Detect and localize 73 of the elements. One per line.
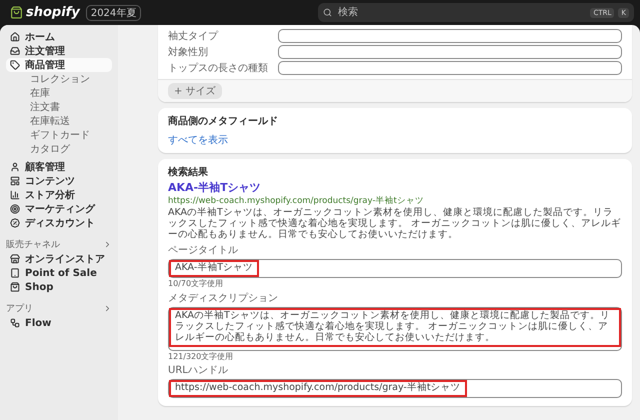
subnav-item[interactable]: 在庫転送 bbox=[6, 114, 112, 128]
preview-url: https://web-coach.myshopify.com/products/gray-半袖tシャツ bbox=[168, 196, 425, 206]
section-title: アプリ bbox=[6, 302, 33, 314]
nav-label: マーケティング bbox=[25, 203, 95, 216]
preview-description: AKAの半袖Tシャツは、オーガニックコットン素材を使用し、健康と環境に配慮した製品です。リラックスしたフィット感で快適な着心地を実現します。 オーガニックコットンは肌に優しく、アレルギーの心配もありません。日常でも安心してお使いいただけます。 bbox=[168, 208, 622, 242]
character-counter: 10/70文字使用 bbox=[168, 280, 224, 289]
field-value: https://web-coach.myshopify.com/products/gray-半袖tシャツ bbox=[169, 380, 467, 398]
nav-label: 商品管理 bbox=[25, 58, 65, 72]
nav-item[interactable]: オンラインストア bbox=[6, 252, 112, 266]
nav-label: Shop bbox=[25, 282, 54, 292]
attribute-input[interactable] bbox=[278, 61, 622, 75]
shopping-bag-icon bbox=[10, 6, 23, 19]
nav-item[interactable]: Point of Sale bbox=[6, 266, 112, 280]
field-value: AKA-半袖Tシャツ bbox=[169, 260, 260, 278]
bar-chart-icon bbox=[10, 190, 20, 200]
input-field[interactable]: https://web-coach.myshopify.com/products/gray-半袖tシャツ bbox=[168, 379, 622, 398]
attribute-input[interactable] bbox=[278, 29, 622, 43]
subnav-item[interactable]: カタログ bbox=[6, 142, 112, 156]
attribute-label: 対象性別 bbox=[168, 46, 209, 59]
attribute-input[interactable] bbox=[278, 45, 622, 59]
nav-label: コンテンツ bbox=[25, 175, 75, 188]
home-icon bbox=[10, 32, 20, 42]
nav-label: Flow bbox=[25, 318, 52, 328]
target-icon bbox=[10, 204, 20, 214]
subnav-item[interactable]: 在庫 bbox=[6, 86, 112, 100]
field-label: ページタイトル bbox=[168, 245, 239, 258]
subnav-item[interactable]: 注文書 bbox=[6, 100, 112, 114]
workflow-icon bbox=[10, 318, 20, 328]
nav-item[interactable]: コンテンツ bbox=[6, 174, 112, 188]
inbox-icon bbox=[10, 46, 20, 56]
search-field[interactable]: 検索 bbox=[336, 6, 586, 19]
nav-label: 顧客管理 bbox=[25, 160, 65, 174]
nav-label: ホーム bbox=[25, 31, 55, 44]
person-icon bbox=[10, 162, 20, 172]
attribute-label: トップスの長さの種類 bbox=[168, 62, 269, 75]
subnav-item[interactable]: コレクション bbox=[6, 72, 112, 86]
section-title: 販売チャネル bbox=[6, 238, 60, 250]
nav-item[interactable]: Shop bbox=[6, 280, 112, 294]
preview-title-link[interactable]: AKA-半袖Tシャツ bbox=[168, 181, 622, 194]
nav-label: 注文管理 bbox=[25, 44, 65, 58]
store-icon bbox=[10, 254, 20, 264]
show-all-link[interactable]: すべてを表示 bbox=[168, 133, 622, 147]
chevron-icon[interactable] bbox=[103, 240, 112, 248]
nav-item[interactable]: 商品管理 bbox=[6, 58, 112, 72]
chevron-icon[interactable] bbox=[103, 304, 112, 312]
edition-badge: 2024年夏 bbox=[86, 4, 142, 20]
bag-icon bbox=[10, 282, 20, 292]
nav-label: オンラインストア bbox=[25, 253, 105, 266]
nav-item[interactable]: ディスカウント bbox=[6, 216, 112, 230]
field-label: メタディスクリプション bbox=[168, 292, 279, 305]
subnav-item[interactable]: ギフトカード bbox=[6, 128, 112, 142]
add-size-button[interactable]: + サイズ bbox=[168, 83, 222, 99]
field-label: URLハンドル bbox=[168, 365, 229, 378]
card-title: 商品側のメタフィールド bbox=[168, 114, 279, 128]
nav-item[interactable]: Flow bbox=[6, 316, 112, 330]
card-title: 検索結果 bbox=[168, 166, 209, 179]
character-counter: 121/320文字使用 bbox=[168, 352, 234, 362]
layout-icon bbox=[10, 176, 20, 186]
tablet-icon bbox=[10, 268, 20, 278]
logo-text: shopify bbox=[26, 5, 80, 20]
attribute-label: 袖丈タイプ bbox=[168, 30, 220, 43]
nav-item[interactable]: 顧客管理 bbox=[6, 160, 112, 174]
percent-badge-icon bbox=[10, 218, 20, 228]
nav-item[interactable]: マーケティング bbox=[6, 202, 112, 216]
nav-item[interactable]: ホーム bbox=[6, 30, 112, 44]
input-field[interactable]: AKA-半袖Tシャツ bbox=[168, 259, 622, 278]
tag-icon bbox=[10, 60, 20, 70]
nav-label: Point of Sale bbox=[25, 268, 97, 278]
nav-item[interactable]: ストア分析 bbox=[6, 188, 112, 202]
nav-label: ディスカウント bbox=[25, 217, 95, 230]
nav-label: ストア分析 bbox=[25, 188, 75, 202]
nav-item[interactable]: 注文管理 bbox=[6, 44, 112, 58]
search-icon bbox=[323, 8, 332, 17]
